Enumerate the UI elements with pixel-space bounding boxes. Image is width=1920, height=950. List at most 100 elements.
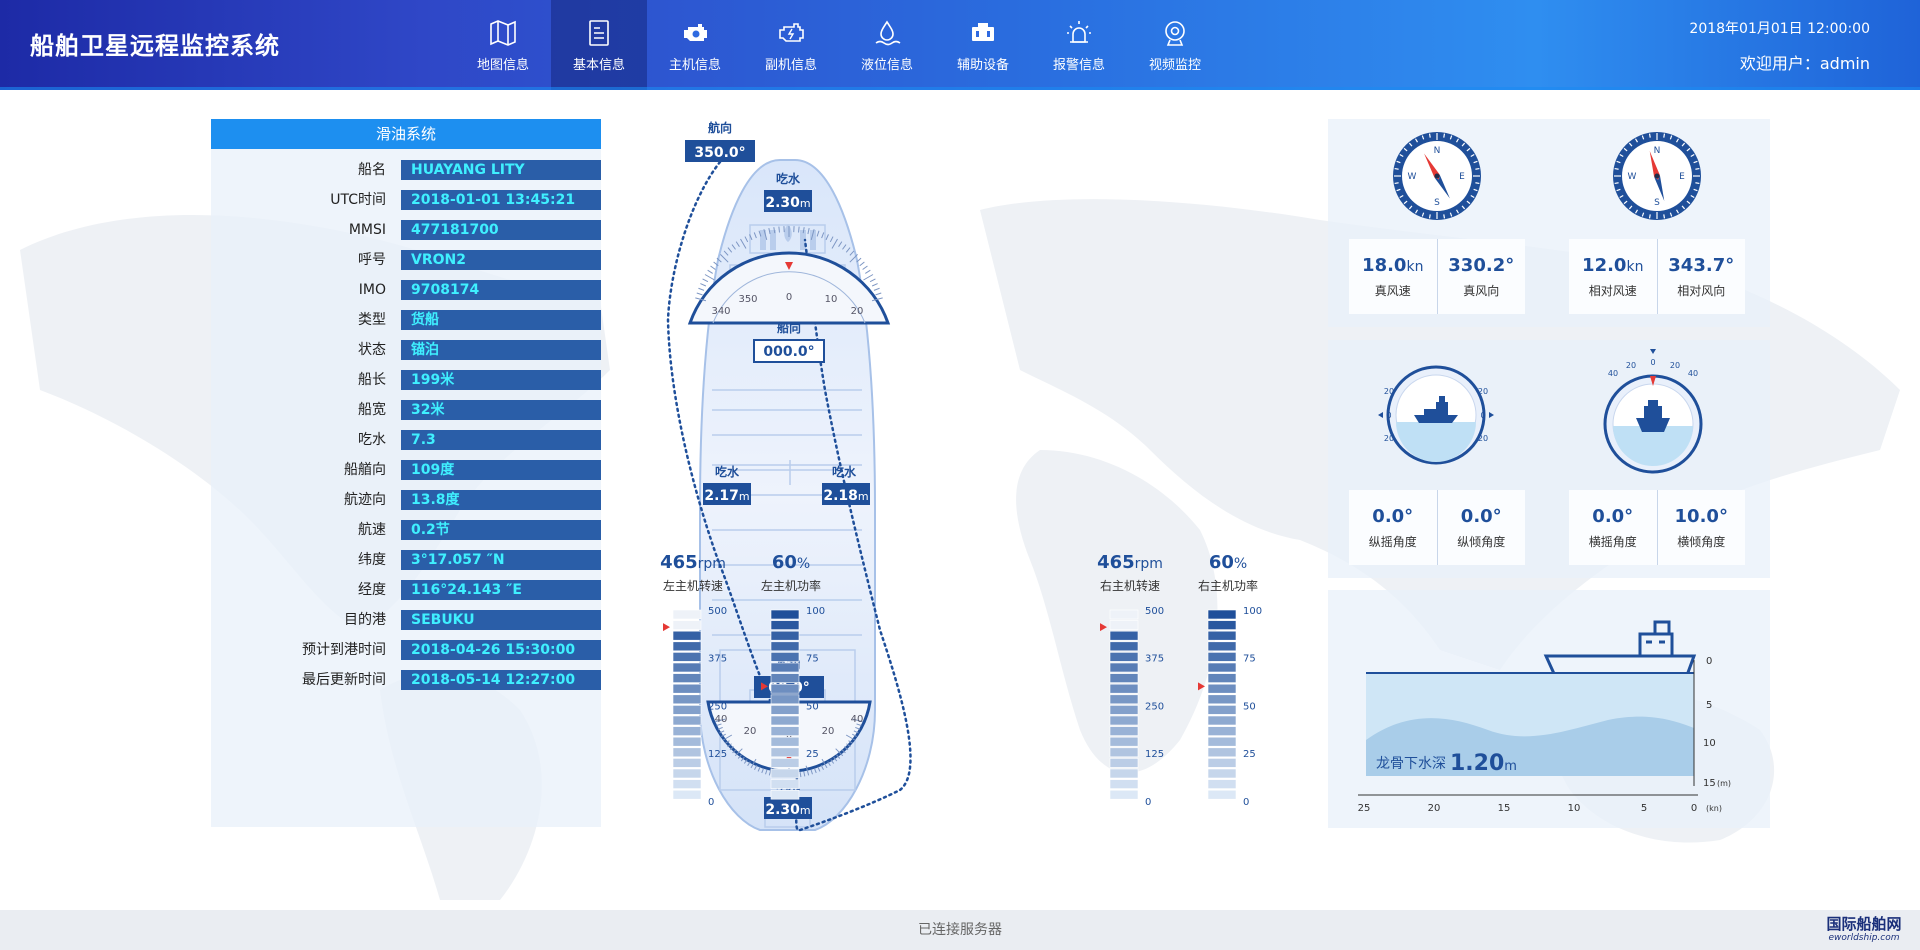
gauge-segment	[672, 683, 702, 694]
heading-tick	[700, 283, 707, 287]
readout-label: 横倾角度	[1677, 534, 1726, 549]
heading-tick-label: 20	[851, 306, 864, 317]
heading-tick	[869, 278, 876, 283]
gauge-segment	[1207, 736, 1237, 747]
compass-n-label: N	[1434, 146, 1441, 156]
nav-label: 副机信息	[764, 57, 817, 73]
compass-tick	[1394, 167, 1399, 170]
gauge-segment	[1109, 620, 1139, 630]
readout-label: 横摇角度	[1588, 534, 1637, 549]
gauge-tick-label: 375	[1145, 654, 1164, 665]
nav-liquid-level[interactable]: 液位信息	[839, 0, 935, 90]
gauge-unit: rpm	[697, 556, 726, 572]
speed-unit: kn	[1626, 258, 1644, 275]
x-tick-label: 0	[1691, 803, 1697, 814]
info-key: 船名	[358, 162, 386, 178]
gauge-segment	[1109, 758, 1139, 768]
gauge-tick-label: 75	[806, 654, 819, 665]
welcome-user[interactable]: 欢迎用户：admin	[1689, 50, 1870, 74]
gauge-segment	[1207, 705, 1237, 715]
info-key: 经度	[358, 582, 386, 598]
compass-tick	[1663, 214, 1666, 219]
gauge-segment	[672, 652, 702, 662]
gauge-tick-label: 250	[1145, 701, 1164, 712]
info-value: 13.8度	[401, 490, 601, 510]
gauge-segment	[1207, 609, 1237, 620]
gauge-tick-label: 25	[806, 749, 819, 760]
heading-label: 船向	[777, 320, 801, 335]
gauge-segment	[770, 789, 800, 800]
gauge-segment	[770, 641, 800, 652]
info-key: IMO	[358, 282, 386, 298]
pitch-pointer-right	[1489, 412, 1494, 418]
roll-tick-label: 40	[1688, 369, 1698, 378]
heading-tick	[710, 265, 716, 270]
info-value: 3°17.057 ″N	[401, 550, 601, 570]
gauge-bar: 500 375 250 125 0	[1100, 606, 1164, 808]
nav-main-engine[interactable]: 主机信息	[647, 0, 743, 90]
info-value: 477181700	[401, 220, 601, 240]
y-tick-label: 15	[1703, 778, 1716, 789]
relative-wind-speed-value: 12.0	[1582, 254, 1627, 276]
info-value: 9708174	[401, 280, 601, 300]
readout-label: 相对风速	[1588, 283, 1637, 298]
gauge-tick-label: 75	[1243, 654, 1256, 665]
nav-map[interactable]: 地图信息	[455, 0, 551, 90]
info-value: 0.2节	[401, 520, 601, 540]
panel-title: 滑油系统	[211, 119, 601, 149]
gauge-segment	[770, 694, 800, 705]
relative-wind-speed: 12.0kn 相对风速	[1569, 239, 1657, 314]
draft-bow-number: 2.30	[765, 195, 800, 211]
pitch-inclination: 0.0° 纵倾角度	[1436, 490, 1526, 565]
nav-aux-engine[interactable]: 副机信息	[743, 0, 839, 90]
gauge-label: 右主机转速	[1099, 579, 1160, 593]
document-icon	[589, 19, 609, 46]
nav-alarm[interactable]: 报警信息	[1031, 0, 1127, 90]
y-tick-label: 10	[1703, 738, 1716, 749]
gauge-segment	[1109, 789, 1139, 800]
gauge-pointer	[1198, 682, 1205, 691]
pitch-tick-label: 20	[1384, 387, 1394, 396]
info-row: 吃水 7.3	[211, 430, 601, 450]
depth-unit: m	[1504, 759, 1517, 774]
nav-label: 视频监控	[1148, 57, 1201, 73]
draft-starboard-number: 2.18	[823, 488, 858, 504]
info-value: 2018-04-26 15:30:00	[401, 640, 601, 660]
heading-tick	[798, 226, 800, 233]
speed-unit: kn	[1406, 258, 1424, 275]
gauge-unit: rpm	[1134, 556, 1163, 572]
gauge-segment	[1109, 683, 1139, 694]
roll-inclination: 10.0° 横倾角度	[1656, 490, 1746, 565]
gauge-segment	[1207, 652, 1237, 662]
pitch-pointer-left	[1378, 412, 1383, 418]
nav-auxiliary[interactable]: 辅助设备	[935, 0, 1031, 90]
gauge-tick-label: 50	[1243, 701, 1256, 712]
main-nav: 地图信息 基本信息 主机信息 副机信息 液位信息 辅助设备 报警信息 视频监控	[455, 0, 1223, 90]
pitch-angle-value: 0.0°	[1372, 505, 1414, 527]
gauge-segment	[672, 779, 702, 789]
gauge-segment	[1109, 630, 1139, 641]
gauge-tick-label: 100	[806, 606, 825, 617]
gauge-segment	[1109, 662, 1139, 673]
roll-inclination-value: 10.0°	[1674, 505, 1728, 527]
gauge-pointer	[1100, 623, 1107, 632]
roll-readout: 0.0° 横摇角度 10.0° 横倾角度	[1569, 490, 1745, 565]
gauge-segment	[1207, 758, 1237, 768]
gauge-label: 左主机转速	[662, 579, 723, 593]
compass-w-label: W	[1628, 172, 1637, 182]
gauge-segment	[1207, 630, 1237, 641]
gauge-segment	[1109, 726, 1139, 736]
info-value: 2018-05-14 12:27:00	[401, 670, 601, 690]
nav-video[interactable]: 视频监控	[1127, 0, 1223, 90]
info-row: 状态 锚泊	[211, 340, 601, 360]
compass-n-label: N	[1654, 146, 1661, 156]
pitch-gauge: 20 0 20 20 0 20	[1378, 365, 1494, 465]
info-row: IMO 9708174	[211, 280, 601, 300]
draft-bow-value: 2.30m	[765, 195, 810, 211]
gauge-segment	[672, 715, 702, 726]
gauge-value: 60%	[746, 552, 836, 573]
nav-basic-info[interactable]: 基本信息	[551, 0, 647, 90]
gauge-unit: %	[1233, 556, 1248, 572]
info-value: 锚泊	[401, 340, 601, 360]
heading-tick-label: 10	[825, 294, 838, 305]
